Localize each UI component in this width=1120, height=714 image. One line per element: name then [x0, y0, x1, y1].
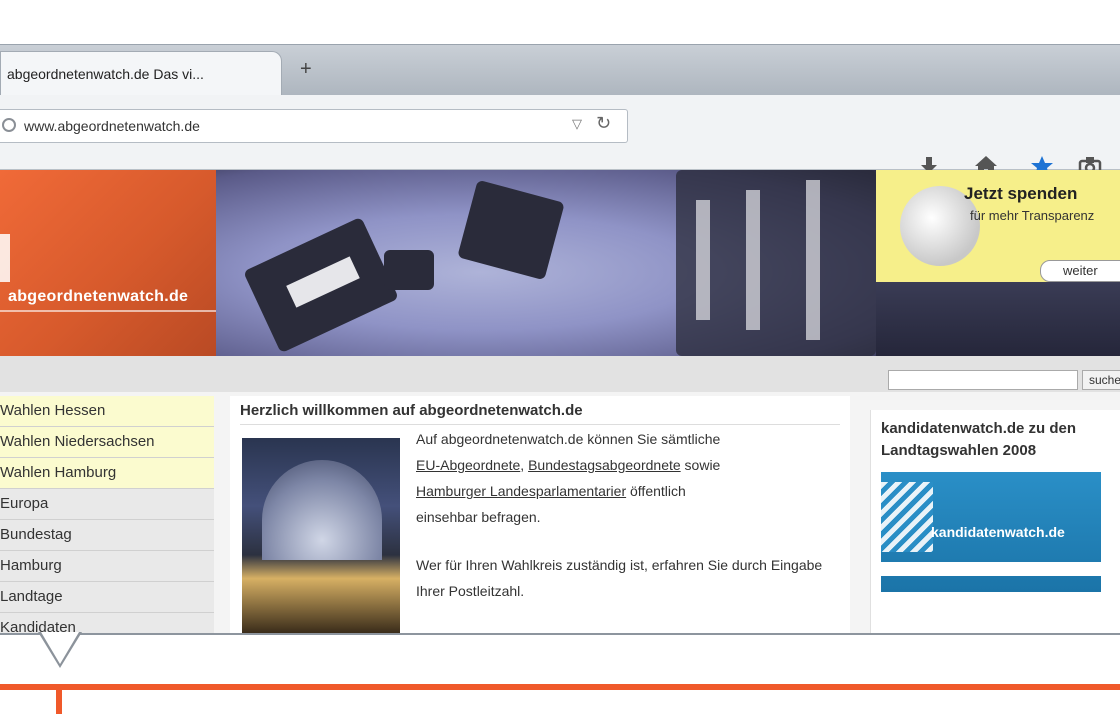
postcode-paragraph: Wer für Ihren Wahlkreis zuständig ist, e… [416, 557, 823, 599]
address-bar[interactable]: www.abgeordnetenwatch.de ▽ ↻ [0, 109, 628, 143]
search-input[interactable] [888, 370, 1078, 390]
intro-text: öffentlich [630, 483, 686, 499]
sidebar-item[interactable]: Europa [0, 489, 214, 520]
dropdown-arrow-icon[interactable]: ▽ [572, 116, 582, 132]
sidebar-item[interactable]: Wahlen Hessen [0, 396, 214, 427]
widget-footer-bar [881, 562, 1101, 576]
logo-text: abgeordnetenwatch.de [8, 288, 189, 305]
eu-link[interactable]: EU-Abgeordnete [416, 457, 520, 473]
reichstag-photo [242, 438, 400, 633]
logo-mark [0, 234, 10, 282]
new-tab-button[interactable]: + [300, 59, 312, 79]
sidebar-item[interactable]: Wahlen Hamburg [0, 458, 214, 489]
donate-subtitle: für mehr Transparenz [970, 208, 1095, 223]
main-content: Herzlich willkommen auf abgeordnetenwatc… [230, 396, 850, 633]
dome-shape [262, 460, 382, 560]
sidebar-nav: Wahlen Hessen Wahlen Niedersachsen Wahle… [0, 396, 214, 633]
desk-shape [806, 180, 820, 340]
bench-shape [457, 179, 565, 281]
navigation-toolbar: www.abgeordnetenwatch.de ▽ ↻ [0, 95, 1120, 178]
callout-pointer-inner [41, 632, 79, 664]
url-text: www.abgeordnetenwatch.de [24, 118, 200, 134]
donate-banner[interactable]: Jetzt spenden für mehr Transparenz weite… [876, 170, 1120, 282]
widget-title: kandidatenwatch.de zu den Landtagswahlen… [881, 420, 1077, 459]
welcome-heading: Herzlich willkommen auf abgeordnetenwatc… [240, 402, 583, 419]
reload-icon[interactable]: ↻ [596, 113, 611, 134]
intro-text: einsehbar befragen. [416, 509, 541, 525]
search-button[interactable]: suchen [1082, 370, 1120, 390]
sidebar-item[interactable]: Bundestag [0, 520, 214, 551]
orange-timeline-marker [56, 686, 62, 714]
desk-shape [746, 190, 760, 330]
banner-photo [876, 282, 1120, 356]
plenary-hall-banner [216, 170, 876, 356]
donate-title: Jetzt spenden [964, 184, 1078, 203]
intro-paragraph: Auf abgeordnetenwatch.de können Sie sämt… [416, 431, 721, 525]
intro-text: Auf abgeordnetenwatch.de können Sie sämt… [416, 431, 721, 447]
globe-icon [2, 118, 16, 132]
bundestag-link[interactable]: Bundestagsabgeordnete [528, 457, 681, 473]
sidebar-item[interactable]: Hamburg [0, 551, 214, 582]
sidebar-item[interactable]: Landtage [0, 582, 214, 613]
orange-timeline-line [0, 684, 1120, 690]
sidebar-item[interactable]: Kandidaten [0, 613, 214, 633]
logo-divider [0, 310, 216, 312]
sidebar-item[interactable]: Wahlen Niedersachsen [0, 427, 214, 458]
kandidatenwatch-banner[interactable]: kandidatenwatch.de [881, 472, 1101, 592]
bench-shape [384, 250, 434, 290]
browser-tab[interactable]: abgeordnetenwatch.de Das vi... [0, 51, 282, 95]
web-page: abgeordnetenwatch.de Jetzt spenden für m… [0, 170, 1120, 633]
hamburg-link[interactable]: Hamburger Landesparlamentarier [416, 483, 626, 499]
kandidatenwatch-widget[interactable]: kandidatenwatch.de zu den Landtagswahlen… [870, 410, 1120, 633]
tab-strip: abgeordnetenwatch.de Das vi... + [0, 45, 1120, 95]
donate-button[interactable]: weiter [1040, 260, 1120, 282]
desk-shape [696, 200, 710, 320]
tab-title: abgeordnetenwatch.de Das vi... [7, 66, 204, 82]
intro-text: sowie [684, 457, 721, 473]
heading-divider [240, 424, 840, 425]
site-logo[interactable]: abgeordnetenwatch.de [0, 170, 216, 356]
widget-label: kandidatenwatch.de [931, 524, 1065, 540]
widget-logo-mark [881, 482, 933, 552]
browser-window: abgeordnetenwatch.de Das vi... + www.abg… [0, 44, 1120, 635]
